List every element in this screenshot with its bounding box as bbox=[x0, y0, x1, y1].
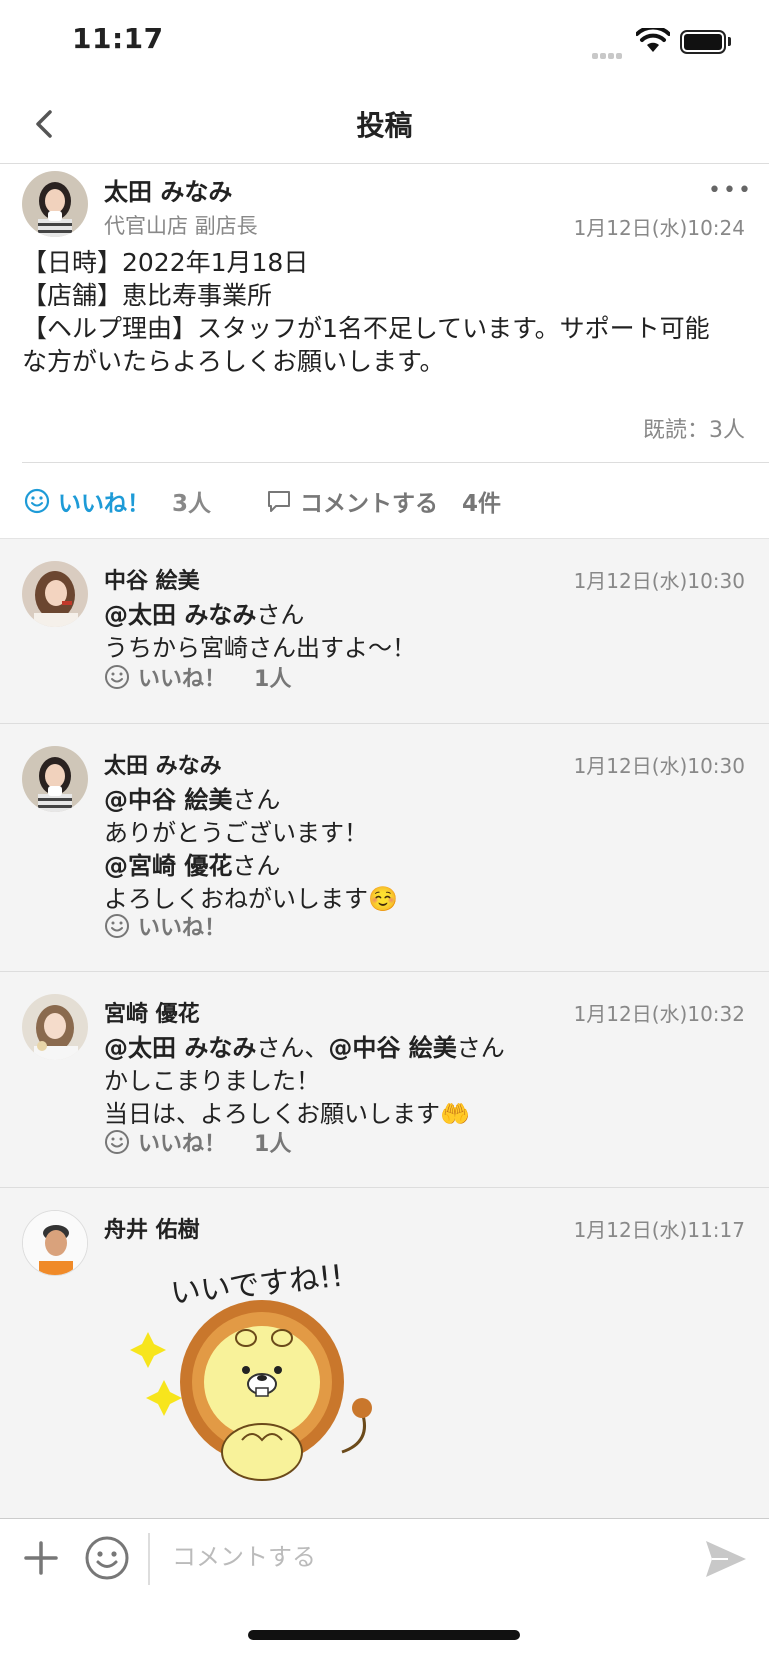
page-title: 投稿 bbox=[356, 109, 413, 142]
comment-author[interactable]: 中谷 絵美 bbox=[104, 563, 200, 595]
comment-item: 太田 みなみ 1月12日(水)10:30 @中谷 絵美さん ありがとうございます… bbox=[0, 724, 769, 972]
comment-input-bar bbox=[0, 1518, 769, 1664]
comment-body: @中谷 絵美さん ありがとうございます！ @宮崎 優花さん よろしくおねがいしま… bbox=[104, 784, 398, 916]
mention[interactable]: @宮崎 優花 bbox=[104, 852, 232, 880]
post-timestamp: 1月12日(水)10:24 bbox=[573, 216, 745, 240]
avatar[interactable] bbox=[22, 994, 88, 1060]
comment-button[interactable]: コメントする 4件 bbox=[266, 484, 501, 518]
nav-bar: 投稿 bbox=[0, 84, 769, 164]
add-attachment-button[interactable] bbox=[22, 1539, 60, 1577]
post-card: 太田 みなみ 代官山店 副店長 ••• 1月12日(水)10:24 【日時】20… bbox=[0, 164, 769, 538]
avatar[interactable] bbox=[22, 171, 88, 237]
mention[interactable]: @中谷 絵美 bbox=[328, 1034, 456, 1062]
comment-like-button[interactable]: いいね！ 1人 bbox=[104, 1126, 291, 1158]
post-body-line: 【店舗】恵比寿事業所 bbox=[22, 281, 273, 310]
comment-count: 4件 bbox=[462, 491, 502, 517]
like-count[interactable]: 1人 bbox=[254, 661, 291, 693]
like-label: いいね！ bbox=[58, 491, 150, 517]
post-body-line: な方がいたらよろしくお願いします。 bbox=[22, 347, 445, 376]
send-button[interactable] bbox=[702, 1537, 750, 1581]
read-count[interactable]: 既読：3人 bbox=[643, 412, 745, 444]
comment-list: 中谷 絵美 1月12日(水)10:30 @太田 みなみさん うちから宮崎さん出す… bbox=[0, 538, 769, 1518]
comment-label: コメントする bbox=[300, 491, 438, 517]
post-body: 【日時】2022年1月18日 【店舗】恵比寿事業所 【ヘルプ理由】スタッフが1名… bbox=[22, 246, 747, 378]
comment-text: さん bbox=[456, 1034, 505, 1062]
comment-text: ありがとうございます！ bbox=[104, 819, 368, 847]
lion-sticker[interactable]: いいですね!! bbox=[122, 1252, 402, 1481]
smile-icon bbox=[105, 1130, 129, 1154]
post-author-role: 代官山店 副店長 bbox=[104, 214, 258, 238]
mention[interactable]: @太田 みなみ bbox=[104, 1034, 256, 1062]
comment-item: 宮崎 優花 1月12日(水)10:32 @太田 みなみさん、@中谷 絵美さん か… bbox=[0, 972, 769, 1188]
like-label: いいね！ bbox=[138, 667, 227, 692]
like-label: いいね！ bbox=[138, 916, 227, 941]
like-count[interactable]: 1人 bbox=[254, 1126, 291, 1158]
comment-body: @太田 みなみさん うちから宮崎さん出すよ〜！ bbox=[104, 599, 416, 665]
avatar[interactable] bbox=[22, 746, 88, 812]
emoji-button[interactable] bbox=[84, 1535, 130, 1581]
comment-text: さん bbox=[232, 786, 281, 814]
more-options-icon[interactable]: ••• bbox=[708, 178, 753, 203]
smile-icon bbox=[105, 914, 129, 938]
status-time: 11:17 bbox=[72, 22, 164, 55]
divider bbox=[148, 1533, 150, 1585]
comment-item: 舟井 佑樹 1月12日(水)11:17 いいですね!! bbox=[0, 1188, 769, 1518]
comment-like-button[interactable]: いいね！ 1人 bbox=[104, 661, 291, 693]
comment-bubble-icon bbox=[268, 491, 290, 512]
comment-text: さん bbox=[256, 601, 305, 629]
smile-icon bbox=[24, 488, 50, 514]
cellular-signal-icon bbox=[592, 44, 624, 63]
comment-like-button[interactable]: いいね！ bbox=[104, 910, 226, 942]
comment-item: 中谷 絵美 1月12日(水)10:30 @太田 みなみさん うちから宮崎さん出す… bbox=[0, 539, 769, 724]
divider bbox=[22, 462, 769, 463]
comment-timestamp: 1月12日(水)11:17 bbox=[573, 1218, 745, 1242]
battery-icon bbox=[680, 30, 726, 54]
avatar[interactable] bbox=[22, 1210, 88, 1276]
post-author[interactable]: 太田 みなみ bbox=[104, 172, 232, 207]
post-action-bar: いいね！ 3人 コメントする 4件 bbox=[0, 464, 769, 538]
like-label: いいね！ bbox=[138, 1132, 227, 1157]
home-indicator[interactable] bbox=[248, 1630, 520, 1640]
comment-input[interactable] bbox=[172, 1535, 672, 1579]
post-body-line: 【日時】2022年1月18日 bbox=[22, 248, 309, 277]
mention[interactable]: @中谷 絵美 bbox=[104, 786, 232, 814]
comment-text: さん bbox=[232, 852, 281, 880]
comment-text: さん、 bbox=[256, 1034, 329, 1062]
comment-author[interactable]: 宮崎 優花 bbox=[104, 996, 200, 1028]
post-body-line: 【ヘルプ理由】スタッフが1名不足しています。サポート可能 bbox=[22, 314, 710, 343]
like-button[interactable]: いいね！ 3人 bbox=[24, 484, 211, 518]
comment-author[interactable]: 舟井 佑樹 bbox=[104, 1212, 200, 1244]
smile-icon bbox=[105, 665, 129, 689]
comment-body: @太田 みなみさん、@中谷 絵美さん かしこまりました！ 当日は、よろしくお願い… bbox=[104, 1032, 505, 1131]
mention[interactable]: @太田 みなみ bbox=[104, 601, 256, 629]
comment-author[interactable]: 太田 みなみ bbox=[104, 748, 222, 780]
like-count[interactable]: 3人 bbox=[172, 484, 211, 518]
comment-timestamp: 1月12日(水)10:30 bbox=[573, 569, 745, 593]
avatar[interactable] bbox=[22, 561, 88, 627]
wifi-icon bbox=[636, 28, 670, 52]
back-button[interactable] bbox=[28, 104, 64, 144]
comment-timestamp: 1月12日(水)10:32 bbox=[573, 1002, 745, 1026]
comment-timestamp: 1月12日(水)10:30 bbox=[573, 754, 745, 778]
status-bar: 11:17 bbox=[0, 0, 769, 84]
battery-tip bbox=[728, 37, 731, 46]
comment-text: かしこまりました！ bbox=[104, 1067, 320, 1095]
